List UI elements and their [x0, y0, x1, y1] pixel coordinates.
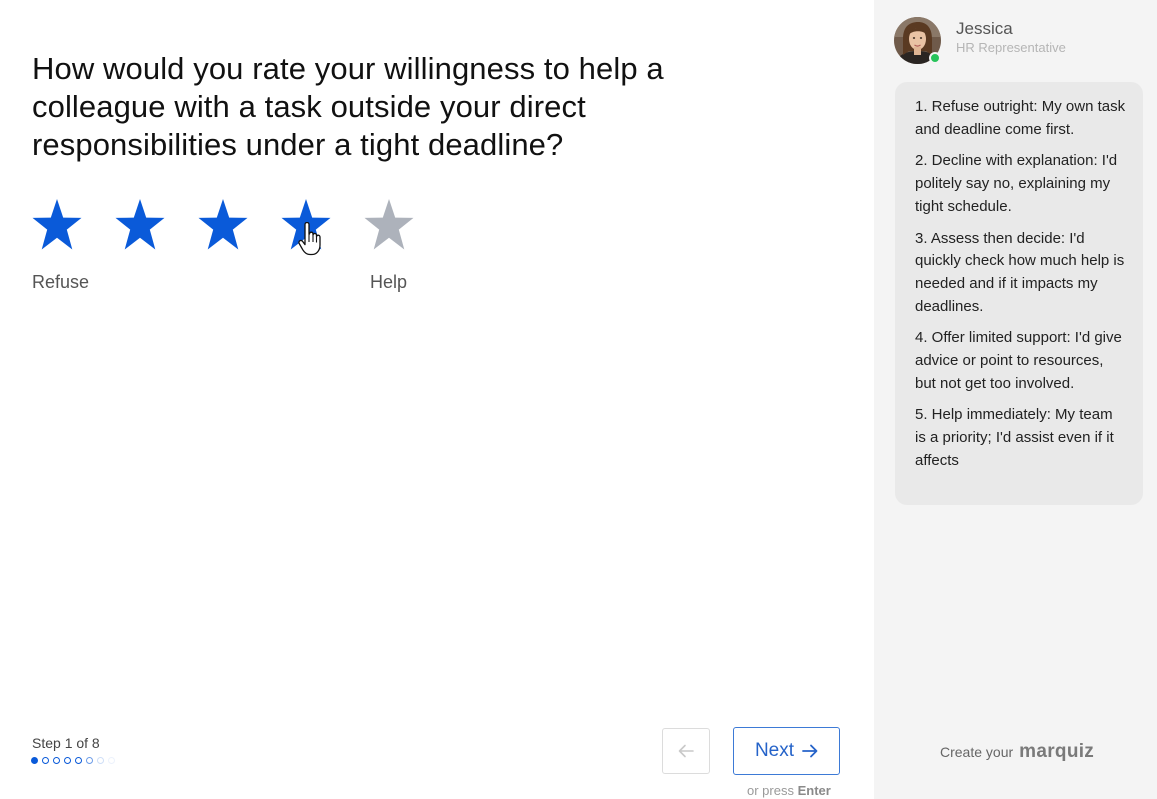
agent-role: HR Representative — [956, 40, 1066, 55]
next-button-label: Next — [754, 740, 795, 761]
star-3[interactable] — [198, 198, 248, 252]
back-button[interactable] — [662, 728, 710, 774]
chat-option-3: 3. Assess then decide: I'd quickly check… — [915, 229, 1125, 315]
step-dot — [64, 757, 71, 764]
keyboard-hint-prefix: or press — [747, 783, 794, 798]
step-indicator: Step 1 of 8 — [32, 735, 100, 751]
keyboard-hint: or press Enter — [747, 783, 831, 798]
chat-option-2: 2. Decline with explanation: I'd politel… — [915, 152, 1118, 215]
step-dot — [86, 757, 93, 764]
arrow-left-icon — [678, 744, 694, 758]
rating-min-label: Refuse — [32, 272, 90, 292]
online-status-dot — [929, 52, 941, 64]
step-dot — [31, 757, 38, 764]
next-button[interactable]: Next — [733, 727, 840, 775]
step-dot — [53, 757, 60, 764]
agent-header: Jessica HR Representative — [894, 17, 1134, 67]
keyboard-hint-key: Enter — [797, 783, 831, 798]
branding-prefix: Create your — [940, 744, 1014, 760]
question-title: How would you rate your willingness to h… — [32, 51, 664, 162]
assistant-sidebar: Jessica HR Representative 1. Refuse outr… — [874, 0, 1157, 799]
rating-max-label: Help — [370, 272, 408, 292]
arrow-right-icon — [802, 744, 818, 758]
star-4[interactable] — [281, 198, 331, 252]
chat-option-4: 4. Offer limited support: I'd give advic… — [915, 329, 1122, 392]
chat-option-1: 1. Refuse outright: My own task and dead… — [915, 98, 1126, 138]
step-dot — [108, 757, 115, 764]
star-2[interactable] — [115, 198, 165, 252]
step-dot — [75, 757, 82, 764]
step-dot — [42, 757, 49, 764]
star-1[interactable] — [32, 198, 82, 252]
branding-link[interactable]: Create your marquiz — [940, 741, 1094, 763]
quiz-page: How would you rate your willingness to h… — [0, 0, 1157, 799]
marquiz-logo: marquiz — [1019, 741, 1095, 762]
step-dot — [97, 757, 104, 764]
star-rating — [32, 198, 414, 252]
star-5[interactable] — [364, 198, 414, 252]
agent-name: Jessica — [956, 19, 1013, 38]
quiz-main-panel: How would you rate your willingness to h… — [0, 0, 874, 799]
step-dots — [31, 757, 115, 764]
chat-message-bubble: 1. Refuse outright: My own task and dead… — [895, 82, 1143, 505]
chat-option-5: 5. Help immediately: My team is a priori… — [915, 406, 1114, 469]
